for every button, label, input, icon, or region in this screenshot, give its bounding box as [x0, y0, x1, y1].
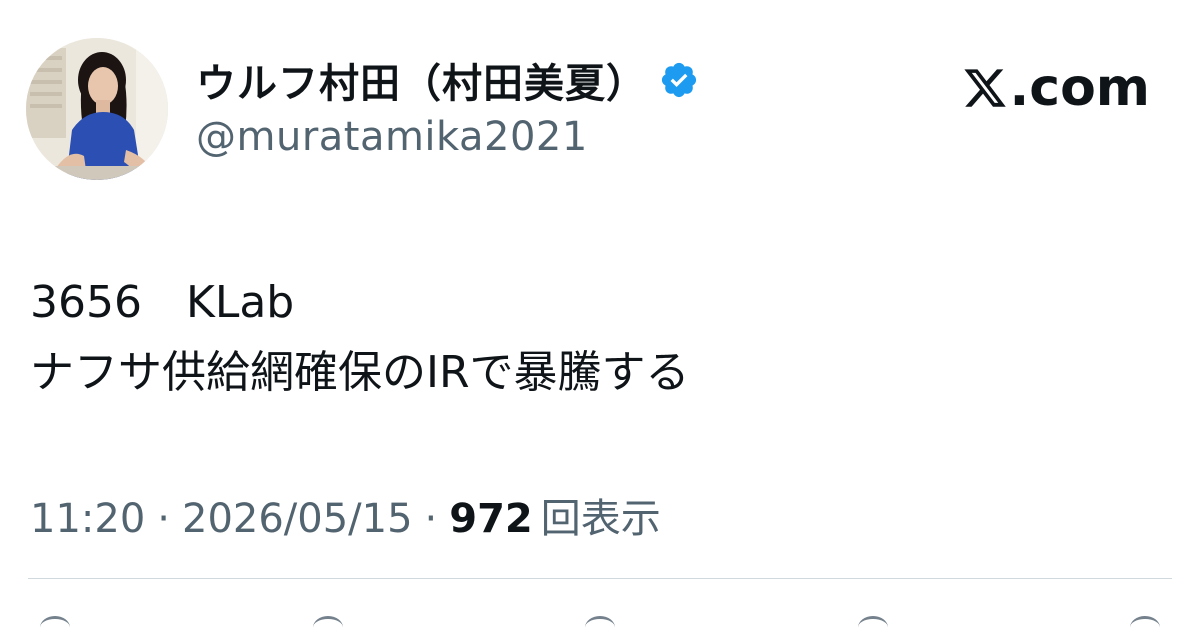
brand-domain: .com: [1009, 58, 1151, 118]
action-row: [40, 616, 1160, 627]
views-label: 回表示: [540, 496, 661, 542]
reply-icon[interactable]: [40, 616, 70, 627]
tweet-date[interactable]: 2026/05/15: [182, 496, 413, 542]
tweet-text: 3656 KLab ナフサ供給網確保のIRで暴騰する: [30, 277, 690, 398]
repost-icon[interactable]: [312, 616, 343, 627]
avatar-photo: [26, 38, 168, 180]
display-name-row[interactable]: ウルフ村田（村田美夏）: [196, 52, 699, 108]
views-count[interactable]: 972: [449, 496, 533, 542]
tweet-card: ウルフ村田（村田美夏） @muratamika2021 .com 3656 KL…: [0, 0, 1200, 627]
verified-badge-icon: [661, 62, 697, 98]
share-icon[interactable]: [1130, 616, 1160, 627]
display-name[interactable]: ウルフ村田（村田美夏）: [196, 51, 647, 109]
meta-separator: ·: [157, 496, 170, 542]
meta-separator: ·: [424, 496, 438, 542]
avatar[interactable]: [26, 38, 168, 180]
divider: [28, 578, 1172, 579]
like-icon[interactable]: [585, 616, 615, 627]
brand-logo: .com: [962, 58, 1151, 118]
tweet-time[interactable]: 11:20: [30, 496, 145, 542]
user-handle[interactable]: @muratamika2021: [196, 114, 588, 160]
bookmark-icon[interactable]: [857, 616, 888, 627]
tweet-meta: 11:20 · 2026/05/15 · 972 回表示: [30, 486, 661, 544]
x-logo-icon: [963, 69, 1006, 107]
